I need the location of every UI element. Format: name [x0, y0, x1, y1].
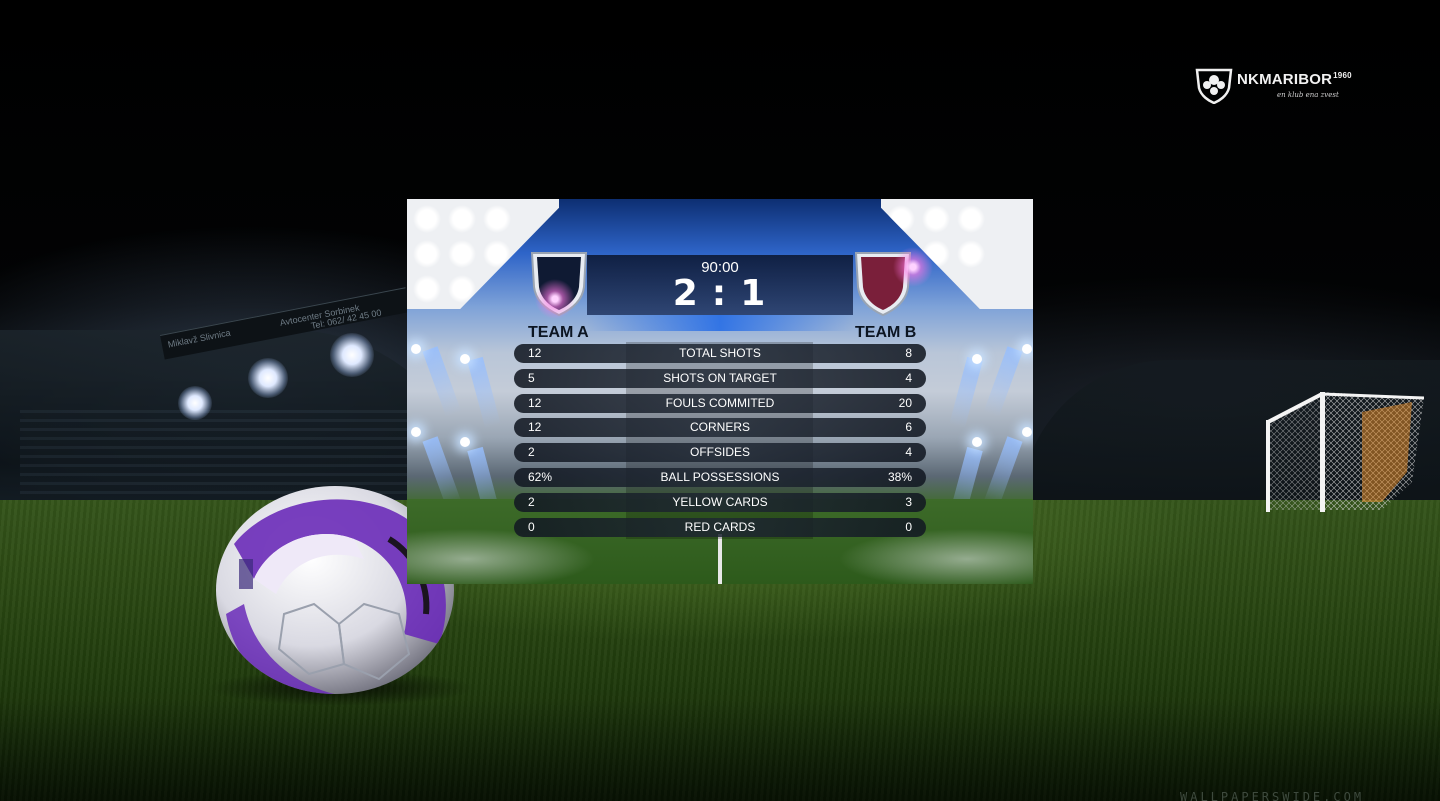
spotlight-icon — [972, 354, 982, 364]
home-team-name: TEAM A — [528, 324, 589, 341]
stat-label: OFFSIDES — [689, 445, 750, 460]
stat-row-corners: 12 CORNERS 6 — [514, 418, 926, 438]
spotlight-icon — [1022, 427, 1032, 437]
stat-label: FOULS COMMITED — [665, 395, 775, 410]
stat-away-value: 6 — [905, 420, 912, 435]
stat-away-value: 0 — [905, 519, 912, 534]
stat-away-value: 3 — [905, 494, 912, 509]
club-motto: en klub ena zvest — [1277, 91, 1339, 99]
pitch-shadow — [0, 700, 1440, 801]
stat-row-red-cards: 0 RED CARDS 0 — [514, 517, 926, 537]
stat-row-offsides: 2 OFFSIDES 4 — [514, 443, 926, 463]
spotlight-icon — [411, 344, 421, 354]
floodlight-icon — [248, 358, 288, 398]
spotlight-icon — [1022, 344, 1032, 354]
away-score: 1 — [740, 273, 768, 314]
stat-row-shots-on-target: 5 SHOTS ON TARGET 4 — [514, 368, 926, 388]
light-beam — [983, 346, 1023, 418]
club-logo: NKMARIBOR1960 en klub ena zvest — [1193, 66, 1353, 106]
away-team-name: TEAM B — [855, 324, 917, 341]
stat-row-possession: 62% BALL POSSESSIONS 38% — [514, 467, 926, 487]
club-year: 1960 — [1333, 71, 1352, 80]
stats-table: 12 TOTAL SHOTS 8 5 SHOTS ON TARGET 4 12 … — [514, 344, 926, 542]
score-separator: : — [711, 273, 729, 314]
stat-label: SHOTS ON TARGET — [663, 370, 777, 385]
watermark: WALLPAPERSWIDE.COM — [1180, 790, 1365, 801]
stat-away-value: 20 — [898, 395, 912, 410]
ad-text-left: Miklavž Slivnica — [167, 327, 232, 350]
stat-label: CORNERS — [689, 420, 750, 435]
light-beam — [422, 436, 462, 508]
match-scoreboard: 90:00 2:1 TEAM A TEAM B 12 TOTAL SHOTS 8… — [407, 199, 1033, 584]
stat-away-value: 38% — [887, 469, 912, 484]
home-score: 2 — [672, 273, 700, 314]
stat-row-yellow-cards: 2 YELLOW CARDS 3 — [514, 492, 926, 512]
spotlight-icon — [460, 354, 470, 364]
stat-label: YELLOW CARDS — [672, 494, 768, 509]
spotlight-icon — [460, 437, 470, 447]
light-beam — [422, 346, 462, 418]
club-crest-icon — [1195, 68, 1233, 104]
light-beam — [467, 356, 501, 429]
stat-label: RED CARDS — [684, 519, 756, 534]
lens-flare — [535, 279, 575, 319]
stat-away-value: 4 — [905, 370, 912, 385]
match-score: 2:1 — [587, 273, 853, 314]
stat-label: BALL POSSESSIONS — [660, 469, 780, 484]
floodlight-icon — [330, 333, 374, 377]
team-bar — [587, 315, 853, 331]
light-beam — [949, 356, 983, 429]
spotlight-icon — [411, 427, 421, 437]
stat-row-fouls: 12 FOULS COMMITED 20 — [514, 393, 926, 413]
stat-away-value: 4 — [905, 445, 912, 460]
light-beam — [983, 436, 1023, 508]
floodlight-icon — [178, 386, 212, 420]
goal-icon — [1266, 392, 1424, 512]
stat-away-value: 8 — [905, 346, 912, 360]
stat-label: TOTAL SHOTS — [679, 346, 761, 360]
stat-row-total-shots: 12 TOTAL SHOTS 8 — [514, 344, 926, 363]
club-name: NKMARIBOR1960 — [1237, 71, 1352, 88]
spotlight-icon — [972, 437, 982, 447]
lens-flare — [893, 247, 933, 287]
